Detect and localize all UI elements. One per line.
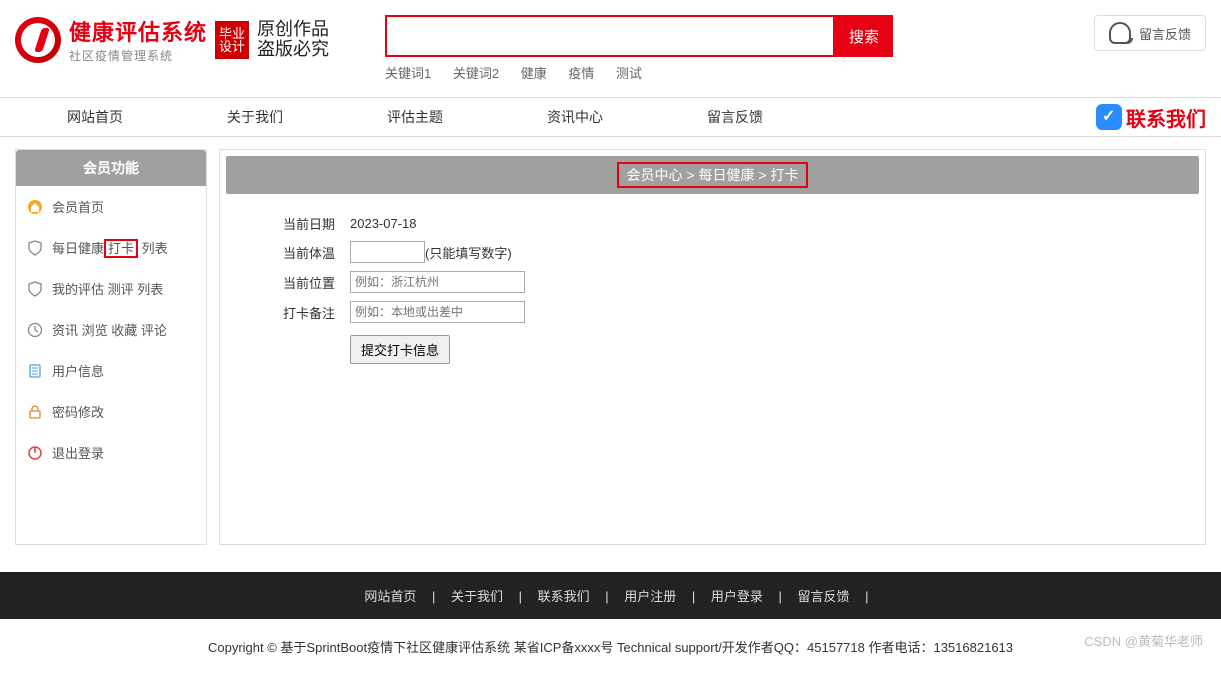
input-temp[interactable] — [350, 241, 425, 263]
power-icon — [26, 444, 44, 462]
label-remark: 打卡备注 — [250, 303, 350, 322]
footer-link[interactable]: 网站首页 — [364, 589, 416, 604]
sidebar-header: 会员功能 — [16, 150, 206, 186]
sidebar-item-home[interactable]: 会员首页 — [16, 186, 206, 227]
hint-temp: (只能填写数字) — [425, 243, 512, 262]
footer-link[interactable]: 关于我们 — [451, 589, 503, 604]
headset-icon — [1109, 22, 1131, 44]
footer-link[interactable]: 用户注册 — [624, 589, 676, 604]
keyword-link[interactable]: 测试 — [616, 66, 642, 81]
lock-icon — [26, 403, 44, 421]
highlight-checkin: 打卡 — [104, 239, 138, 258]
shield-icon — [26, 280, 44, 298]
search-button[interactable]: 搜索 — [835, 15, 893, 57]
value-date: 2023-07-18 — [350, 216, 417, 231]
footer-nav: 网站首页 | 关于我们 | 联系我们 | 用户注册 | 用户登录 | 留言反馈 … — [0, 572, 1221, 619]
input-location[interactable] — [350, 271, 525, 293]
logo-area: 健康评估系统 社区疫情管理系统 毕业设计 原创作品盗版必究 — [15, 15, 385, 64]
sidebar-item-password[interactable]: 密码修改 — [16, 391, 206, 432]
sidebar-item-assess[interactable]: 我的评估 测评 列表 — [16, 268, 206, 309]
label-location: 当前位置 — [250, 273, 350, 292]
footer-link[interactable]: 留言反馈 — [798, 589, 850, 604]
shield-icon — [26, 239, 44, 257]
footer-link[interactable]: 用户登录 — [711, 589, 763, 604]
logo-title: 健康评估系统 — [69, 15, 207, 47]
input-remark[interactable] — [350, 301, 525, 323]
design-badge: 毕业设计 — [215, 21, 249, 59]
sidebar: 会员功能 会员首页 每日健康打卡 列表 我的评估 测评 列表 资讯 浏览 收藏 … — [15, 149, 207, 545]
feedback-button[interactable]: 留言反馈 — [1094, 15, 1206, 51]
search-input[interactable] — [385, 15, 835, 57]
contact-us-link[interactable]: 联系我们 — [1096, 103, 1206, 132]
watermark: CSDN @黄菊华老师 — [1084, 631, 1203, 650]
label-temp: 当前体温 — [250, 243, 350, 262]
search-keywords: 关键词1 关键词2 健康 疫情 测试 — [385, 63, 895, 82]
breadcrumb: 会员中心 > 每日健康 > 打卡 — [226, 156, 1199, 194]
calligraphy-text: 原创作品盗版必究 — [257, 20, 329, 60]
keyword-link[interactable]: 关键词2 — [453, 66, 499, 81]
keyword-link[interactable]: 疫情 — [568, 66, 594, 81]
submit-button[interactable]: 提交打卡信息 — [350, 335, 450, 364]
logo-icon — [15, 17, 61, 63]
nav-about[interactable]: 关于我们 — [175, 97, 335, 137]
nav-news[interactable]: 资讯中心 — [495, 97, 655, 137]
home-icon — [26, 198, 44, 216]
logo-subtitle: 社区疫情管理系统 — [69, 47, 207, 64]
sidebar-item-logout[interactable]: 退出登录 — [16, 432, 206, 473]
keyword-link[interactable]: 健康 — [521, 66, 547, 81]
check-icon — [1096, 104, 1122, 130]
nav-topics[interactable]: 评估主题 — [335, 97, 495, 137]
content-panel: 会员中心 > 每日健康 > 打卡 当前日期 2023-07-18 当前体温 (只… — [219, 149, 1206, 545]
footer-link[interactable]: 联系我们 — [538, 589, 590, 604]
nav-feedback[interactable]: 留言反馈 — [655, 97, 815, 137]
clock-icon — [26, 321, 44, 339]
sidebar-item-daily[interactable]: 每日健康打卡 列表 — [16, 227, 206, 268]
keyword-link[interactable]: 关键词1 — [385, 66, 431, 81]
label-date: 当前日期 — [250, 214, 350, 233]
user-icon — [26, 362, 44, 380]
sidebar-item-userinfo[interactable]: 用户信息 — [16, 350, 206, 391]
footer-copyright: Copyright © 基于SprintBoot疫情下社区健康评估系统 某省IC… — [0, 619, 1221, 666]
nav-home[interactable]: 网站首页 — [15, 97, 175, 137]
sidebar-item-news[interactable]: 资讯 浏览 收藏 评论 — [16, 309, 206, 350]
